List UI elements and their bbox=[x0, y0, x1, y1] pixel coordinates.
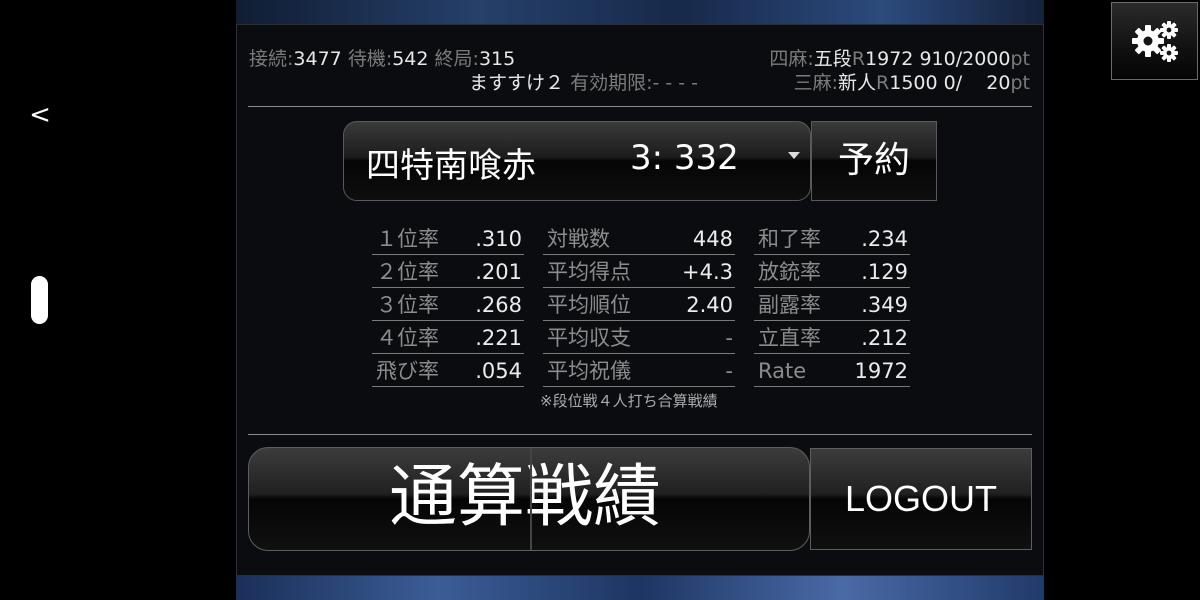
stat-value: .201 bbox=[475, 260, 522, 284]
side-handle[interactable] bbox=[31, 276, 48, 324]
player-line: ますすけ２ 有効期限:- - - - bbox=[469, 72, 698, 94]
stat-second-rate: ２位率 .201 bbox=[372, 259, 524, 288]
stat-label: 平均順位 bbox=[547, 293, 631, 317]
stat-value: 2.40 bbox=[686, 293, 733, 317]
yonma-label: 四麻: bbox=[769, 48, 814, 70]
yonma-rank: 五段 bbox=[813, 48, 852, 70]
stat-value: .349 bbox=[861, 293, 908, 317]
background-texture-top bbox=[236, 0, 1044, 24]
stat-value: 1972 bbox=[854, 359, 908, 383]
sanma-points: 0 bbox=[943, 72, 956, 94]
stat-value: .268 bbox=[475, 293, 522, 317]
stat-third-rate: ３位率 .268 bbox=[372, 292, 524, 321]
logout-button[interactable]: LOGOUT bbox=[810, 448, 1032, 550]
stat-label: ３位率 bbox=[376, 293, 439, 317]
sanma-rank: 新人 bbox=[838, 72, 877, 94]
sanma-pt-unit: pt bbox=[1010, 72, 1030, 94]
total-stats-button[interactable]: 通算戦績 bbox=[248, 447, 810, 551]
stat-label: 平均収支 bbox=[547, 326, 631, 350]
gears-icon bbox=[1132, 21, 1178, 62]
stat-label: Rate bbox=[758, 359, 807, 383]
stat-value: - bbox=[725, 359, 733, 383]
stat-label: １位率 bbox=[376, 227, 439, 251]
stat-value: 448 bbox=[692, 227, 733, 251]
stat-first-rate: １位率 .310 bbox=[372, 226, 524, 255]
sanma-points-max: / 20 bbox=[955, 72, 1011, 94]
stat-label: 立直率 bbox=[758, 326, 821, 350]
stat-win-rate: 和了率 .234 bbox=[754, 226, 910, 255]
stat-label: 飛び率 bbox=[376, 359, 439, 383]
stat-value: .212 bbox=[861, 326, 908, 350]
stat-label: 対戦数 bbox=[547, 227, 610, 251]
yonma-r-label: R bbox=[851, 48, 866, 70]
background-texture-bottom bbox=[236, 576, 1044, 600]
waiting-label: 待機: bbox=[347, 48, 393, 70]
connected-label: 接続: bbox=[249, 48, 294, 70]
stat-avg-placement: 平均順位 2.40 bbox=[543, 292, 735, 321]
chevron-left-icon: < bbox=[29, 100, 51, 130]
stat-label: ２位率 bbox=[376, 260, 439, 284]
yonma-rate: 1972 bbox=[865, 48, 914, 70]
stat-value: .054 bbox=[475, 359, 522, 383]
stat-label: 放銃率 bbox=[758, 260, 821, 284]
stat-value: .310 bbox=[475, 227, 522, 251]
reserve-button[interactable]: 予約 bbox=[811, 121, 937, 201]
stat-call-rate: 副露率 .349 bbox=[754, 292, 910, 321]
caret-down-icon bbox=[788, 152, 800, 159]
finished-label: 終局: bbox=[434, 48, 479, 70]
yonma-rank-line: 四麻:五段R1972 910/2000pt bbox=[769, 48, 1030, 70]
mode-name: 四特南喰赤 bbox=[366, 146, 536, 186]
sanma-r-label: R bbox=[876, 72, 890, 94]
button-divider bbox=[530, 448, 532, 550]
yonma-points: 910 bbox=[919, 48, 956, 70]
stat-deal-in-rate: 放銃率 .129 bbox=[754, 259, 910, 288]
stat-value: .234 bbox=[861, 227, 908, 251]
mode-player-count: 3: 332 bbox=[630, 138, 739, 178]
stat-bust-rate: 飛び率 .054 bbox=[372, 358, 524, 387]
stat-label: 和了率 bbox=[758, 227, 821, 251]
stat-value: - bbox=[725, 326, 733, 350]
header-divider bbox=[248, 106, 1032, 107]
waiting-value: 542 bbox=[392, 48, 429, 70]
sanma-label: 三麻: bbox=[793, 72, 839, 94]
stat-value: +4.3 bbox=[682, 260, 733, 284]
settings-button[interactable] bbox=[1111, 2, 1198, 80]
stat-value: .129 bbox=[861, 260, 908, 284]
valid-value: - - - - bbox=[652, 72, 699, 94]
stat-label: 副露率 bbox=[758, 293, 821, 317]
mode-dropdown[interactable]: 四特南喰赤 3: 332 bbox=[343, 121, 811, 201]
stat-avg-bonus: 平均祝儀 - bbox=[543, 358, 735, 387]
stat-avg-balance: 平均収支 - bbox=[543, 325, 735, 354]
server-status: 接続:3477 待機:542 終局:315 bbox=[249, 48, 515, 70]
stat-label: 平均得点 bbox=[547, 260, 631, 284]
stat-label: 平均祝儀 bbox=[547, 359, 631, 383]
stats-divider bbox=[248, 434, 1032, 435]
stat-rate: Rate 1972 bbox=[754, 358, 910, 387]
yonma-points-max: /2000 bbox=[955, 48, 1011, 70]
stat-fourth-rate: ４位率 .221 bbox=[372, 325, 524, 354]
sanma-rank-line: 三麻:新人R1500 0/ 20pt bbox=[794, 72, 1030, 94]
connected-value: 3477 bbox=[293, 48, 342, 70]
stat-value: .221 bbox=[475, 326, 522, 350]
yonma-pt-unit: pt bbox=[1010, 48, 1030, 70]
stats-note: ※段位戦４人打ち合算戦績 bbox=[540, 392, 718, 410]
sanma-rate: 1500 bbox=[889, 72, 938, 94]
player-name: ますすけ２ bbox=[469, 72, 565, 94]
back-button[interactable]: < bbox=[28, 100, 52, 130]
stat-games-played: 対戦数 448 bbox=[543, 226, 735, 255]
stat-avg-score: 平均得点 +4.3 bbox=[543, 259, 735, 288]
valid-label: 有効期限: bbox=[570, 72, 653, 94]
screen: < 接続:3477 待機:542 終局:315 四麻:五段R1972 910/2… bbox=[0, 0, 1200, 600]
stat-label: ４位率 bbox=[376, 326, 439, 350]
finished-value: 315 bbox=[478, 48, 516, 70]
stat-riichi-rate: 立直率 .212 bbox=[754, 325, 910, 354]
total-stats-label: 通算戦績 bbox=[389, 458, 662, 537]
